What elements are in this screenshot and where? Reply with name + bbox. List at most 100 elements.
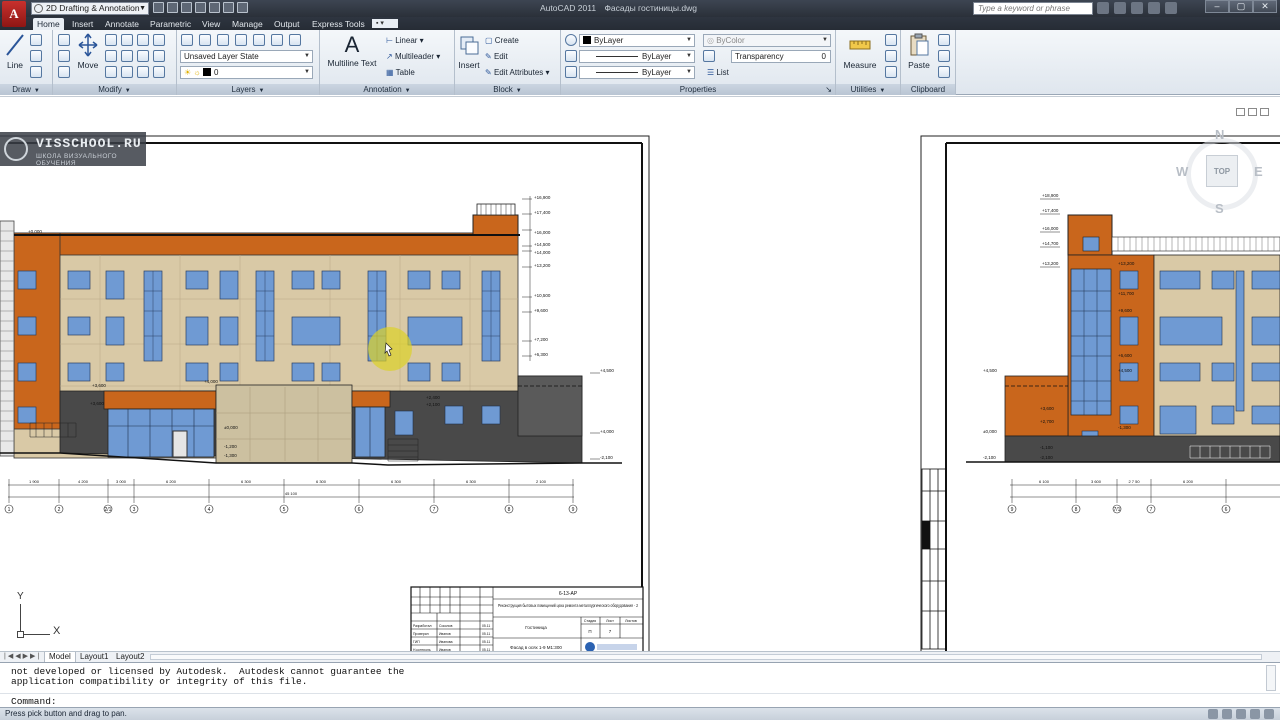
linetype-select[interactable]: ByLayer ▼ [579,66,695,79]
binoculars-icon[interactable] [1097,2,1109,14]
stretch-icon[interactable] [58,66,70,78]
trim-icon[interactable] [121,34,133,46]
compass-north[interactable]: N [1215,127,1224,142]
block-panel-title[interactable]: Block ▼ [455,84,560,95]
layers-panel-title[interactable]: Layers ▼ [177,84,319,95]
mirror-icon[interactable] [105,50,117,62]
calculator-icon[interactable] [885,50,897,62]
multiline-text-button[interactable]: A Multiline Text [326,32,378,68]
paste-button[interactable]: Paste [905,32,933,70]
transparency-icon[interactable] [703,50,715,62]
explode-icon[interactable] [137,50,149,62]
match-properties-icon[interactable] [565,34,577,46]
help-icon[interactable] [1165,2,1177,14]
array-icon[interactable] [121,66,133,78]
lock-icon[interactable] [1222,709,1232,719]
ribbon-minimize-toggle[interactable]: ▪ ▾ [372,19,398,28]
search-input[interactable]: Type a keyword or phrase [973,2,1093,15]
layer-previous-icon[interactable] [271,34,283,46]
viewport-minimize-button[interactable] [1236,108,1245,116]
compass-south[interactable]: S [1215,201,1224,216]
copy-base-icon[interactable] [938,66,950,78]
clean-screen-icon[interactable] [1264,709,1274,719]
tab-view[interactable]: View [198,18,224,30]
viewcube[interactable]: N W E S TOP [1168,126,1272,222]
move-tool-button[interactable]: Move [75,32,101,70]
linear-dimension-button[interactable]: ⊢ Linear ▾ [386,36,424,45]
utilities-panel-title[interactable]: Utilities ▼ [836,84,900,95]
favorites-star-icon[interactable] [1148,2,1160,14]
viewport-close-button[interactable] [1260,108,1269,116]
layer-state-select[interactable]: Unsaved Layer State ▼ [180,50,313,63]
quick-select-icon[interactable] [885,34,897,46]
drawing-canvas[interactable]: +16,900 +17,400 +16,000 +14,500 +14,000 … [0,96,1280,652]
properties-panel-title[interactable]: Properties ↘ [561,84,835,95]
lineweight-icon[interactable] [565,50,577,62]
rotate-cw-icon[interactable] [105,34,117,46]
tab-express-tools[interactable]: Express Tools [308,18,369,30]
save-as-icon[interactable] [195,2,206,13]
hardware-acceleration-icon[interactable] [1236,709,1246,719]
tab-annotate[interactable]: Annotate [101,18,143,30]
layer-select[interactable]: ☀ ☼ 0 ▼ [180,66,313,79]
command-prompt[interactable]: Command: [11,696,57,707]
workspace-switcher[interactable]: 2D Drafting & Annotation ▼ [31,2,149,15]
chamfer-icon[interactable] [137,66,149,78]
list-button[interactable]: ☰ List [707,68,729,77]
panel-launcher-icon[interactable]: ↘ [825,84,832,95]
lineweight-select[interactable]: ByLayer ▼ [579,50,695,63]
edit-attributes-button[interactable]: ✎ Edit Attributes ▾ [485,68,550,77]
tab-layout1[interactable]: Layout1 [76,652,112,662]
tab-insert[interactable]: Insert [68,18,97,30]
join-icon[interactable] [153,66,165,78]
tab-navigation-arrows[interactable]: |◀◀▶▶| [4,652,41,662]
isolate-objects-icon[interactable] [1250,709,1260,719]
insert-block-button[interactable]: Insert [457,32,481,70]
viewport-restore-button[interactable] [1248,108,1257,116]
compass-west[interactable]: W [1176,164,1188,179]
erase-icon[interactable] [137,34,149,46]
multileader-button[interactable]: ↗ Multileader ▾ [386,52,440,61]
offset-icon[interactable] [153,34,165,46]
rotate-icon[interactable] [58,34,70,46]
scale-icon[interactable] [105,66,117,78]
fillet-icon[interactable] [121,50,133,62]
line-tool-button[interactable]: Line [3,32,27,70]
workspace-switch-icon[interactable] [1208,709,1218,719]
undo-icon[interactable] [209,2,220,13]
maximize-button[interactable]: ▢ [1229,0,1253,13]
minimize-button[interactable]: – [1205,0,1229,13]
subscription-icon[interactable] [1114,2,1126,14]
annotation-panel-title[interactable]: Annotation ▼ [320,84,454,95]
layer-lock-icon[interactable] [289,34,301,46]
communication-icon[interactable] [1131,2,1143,14]
horizontal-scrollbar[interactable] [150,654,1262,660]
tab-parametric[interactable]: Parametric [146,18,195,30]
id-point-icon[interactable] [885,66,897,78]
measure-button[interactable]: Measure [840,32,880,70]
save-icon[interactable] [181,2,192,13]
viewcube-top-face[interactable]: TOP [1206,155,1238,187]
circle-icon[interactable] [30,50,42,62]
plot-style-select[interactable]: ◎ ByColor ▼ [703,34,831,47]
polyline-icon[interactable] [30,34,42,46]
copy-icon[interactable] [58,50,70,62]
modify-panel-title[interactable]: Modify ▼ [53,84,176,95]
arc-icon[interactable] [30,66,42,78]
layer-properties-icon[interactable] [181,34,193,46]
layer-match-icon[interactable] [253,34,265,46]
edit-block-button[interactable]: ✎ Edit [485,52,508,61]
layer-off-icon[interactable] [217,34,229,46]
table-button[interactable]: ▦ Table [386,68,415,77]
redo-icon[interactable] [223,2,234,13]
tab-home[interactable]: Home [33,18,64,30]
layer-freeze-icon[interactable] [199,34,211,46]
command-line[interactable]: not developed or licensed by Autodesk. A… [0,662,1280,707]
cut-icon[interactable] [938,34,950,46]
color-select[interactable]: ByLayer ▼ [579,34,695,47]
layer-isolate-icon[interactable] [235,34,247,46]
break-icon[interactable] [153,50,165,62]
application-menu-button[interactable]: A [2,1,26,27]
transparency-field[interactable]: Transparency 0 [731,50,831,63]
command-scrollbar[interactable] [1266,665,1276,691]
